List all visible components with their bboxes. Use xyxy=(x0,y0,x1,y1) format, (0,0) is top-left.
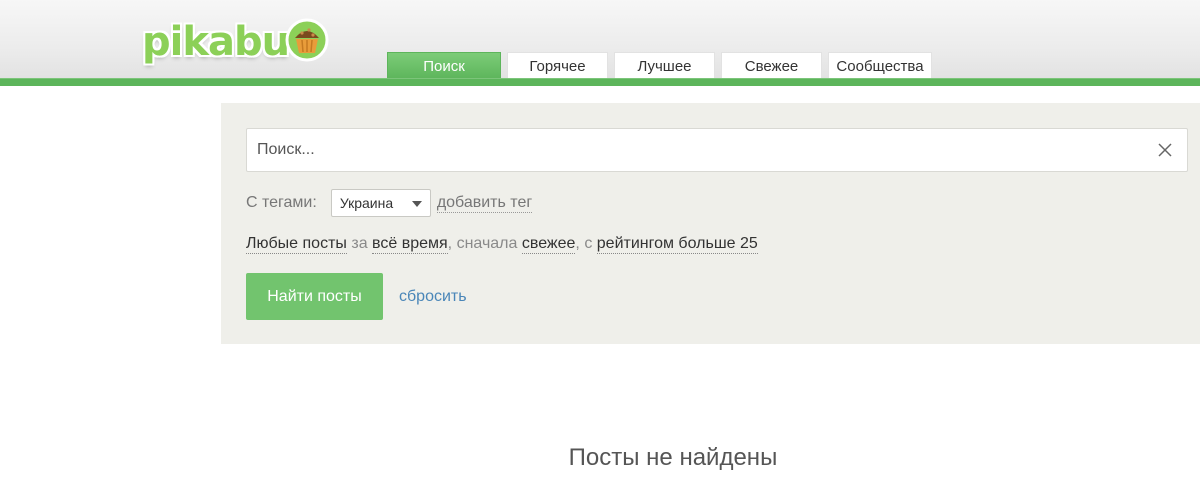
tab-search[interactable]: Поиск xyxy=(387,52,501,79)
logo-text: pikabu xyxy=(142,19,290,65)
filter-rating[interactable]: рейтингом больше 25 xyxy=(596,234,758,254)
tag-select[interactable]: Украина xyxy=(330,189,431,217)
filter-for-label: за xyxy=(351,235,368,252)
tab-best[interactable]: Лучшее xyxy=(614,52,715,79)
tab-hot[interactable]: Горячее xyxy=(507,52,608,79)
chevron-down-icon xyxy=(411,201,422,207)
pikabu-logo[interactable]: pikabu xyxy=(142,10,329,66)
filter-order[interactable]: свежее xyxy=(521,234,576,254)
cupcake-icon xyxy=(285,18,329,62)
add-tag-link[interactable]: добавить тег xyxy=(436,194,533,213)
filter-posts-type[interactable]: Любые посты xyxy=(246,234,347,254)
search-input[interactable] xyxy=(247,129,1147,171)
header-divider xyxy=(0,78,1200,86)
tab-communities[interactable]: Сообщества xyxy=(828,52,932,79)
tab-fresh[interactable]: Свежее xyxy=(721,52,822,79)
main-tabs: Поиск Горячее Лучшее Свежее Сообщества xyxy=(387,52,932,79)
filter-row: Любые посты за всё время , сначала свеже… xyxy=(246,234,758,254)
tags-label: С тегами: xyxy=(246,194,317,211)
no-posts-message: Посты не найдены xyxy=(568,444,778,471)
filter-period[interactable]: всё время xyxy=(372,234,448,254)
tags-row: С тегами: Украина добавить тег xyxy=(246,189,533,217)
close-icon[interactable] xyxy=(1157,142,1173,158)
tag-select-value: Украина xyxy=(339,195,394,211)
site-header: pikabu Поиск Горячее Лучшее Свежее Сообщ… xyxy=(0,0,1200,86)
filter-with-label: , с xyxy=(575,235,593,252)
search-box xyxy=(246,128,1188,172)
reset-link[interactable]: сбросить xyxy=(399,288,467,306)
search-panel: С тегами: Украина добавить тег Любые пос… xyxy=(221,103,1200,344)
find-posts-button[interactable]: Найти посты xyxy=(246,273,383,320)
filter-order-prefix: , сначала xyxy=(447,235,518,252)
